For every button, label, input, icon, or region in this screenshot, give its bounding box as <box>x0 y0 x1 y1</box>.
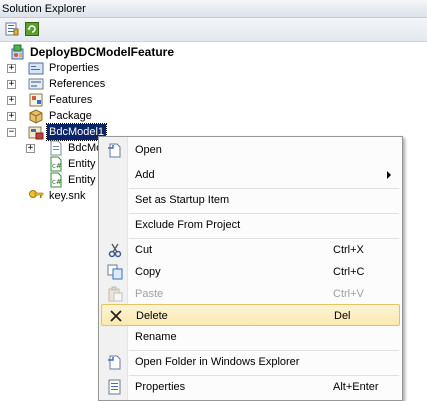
menu-item-cut[interactable]: Cut Ctrl+X <box>101 239 400 261</box>
menu-item-delete[interactable]: Delete Del <box>101 304 400 326</box>
cut-icon <box>108 243 122 258</box>
tree-item-label: Package <box>49 110 92 122</box>
menu-item-label: Delete <box>136 310 168 322</box>
cs-file-icon: c# <box>50 172 62 188</box>
menu-item-shortcut: Ctrl+C <box>333 266 365 278</box>
menu-item-copy[interactable]: Copy Ctrl+C <box>101 261 400 283</box>
menu-item-shortcut: Ctrl+X <box>333 244 364 256</box>
tree-item-label: Entity <box>68 174 96 186</box>
delete-icon <box>110 310 122 322</box>
refresh-icon <box>25 22 39 36</box>
menu-item-label: Open <box>135 144 162 156</box>
project-name: DeployBDCModelFeature <box>30 45 175 59</box>
menu-item-label: Set as Startup Item <box>135 194 230 206</box>
solution-explorer-title: Solution Explorer <box>0 0 427 18</box>
menu-item-open-folder[interactable]: Open Folder in Windows Explorer <box>101 351 400 373</box>
bdc-model-icon <box>28 126 44 140</box>
solution-explorer-toolbar <box>0 18 427 42</box>
package-icon <box>29 109 43 124</box>
menu-item-properties[interactable]: Properties Alt+Enter <box>101 376 400 398</box>
tree-item-label: Entity <box>68 158 96 170</box>
properties-button[interactable] <box>4 21 20 37</box>
menu-item-shortcut: Del <box>334 310 351 322</box>
open-icon <box>108 143 121 158</box>
properties-folder-icon <box>28 62 44 75</box>
bdcmo-expander[interactable]: + <box>26 144 35 153</box>
menu-item-shortcut: Alt+Enter <box>333 381 379 393</box>
tree-item-label: References <box>49 78 106 90</box>
menu-item-label: Open Folder in Windows Explorer <box>135 356 300 368</box>
features-expander[interactable]: + <box>7 96 16 105</box>
references-expander[interactable]: + <box>7 80 16 89</box>
properties-icon <box>108 379 121 395</box>
menu-item-rename[interactable]: Rename <box>101 326 400 348</box>
project-icon <box>11 44 24 60</box>
tree-item-label: key.snk <box>49 190 86 202</box>
key-icon <box>29 190 44 198</box>
copy-icon <box>107 264 123 280</box>
menu-item-label: Cut <box>135 244 153 256</box>
menu-item-add[interactable]: Add <box>101 164 400 186</box>
bdcmodel-expander[interactable]: − <box>7 128 16 137</box>
svg-text:c#: c# <box>52 178 62 186</box>
context-menu: Open Add Set as Startup Item Exclude Fro… <box>98 136 403 401</box>
references-icon <box>28 78 44 90</box>
menu-item-exclude[interactable]: Exclude From Project <box>101 214 400 236</box>
menu-item-shortcut: Ctrl+V <box>333 288 364 300</box>
tree-item-label: Features <box>49 94 93 106</box>
menu-item-label: Add <box>135 169 155 181</box>
features-icon <box>29 93 43 107</box>
package-expander[interactable]: + <box>7 112 16 121</box>
open-folder-icon <box>108 355 121 370</box>
menu-item-label: Rename <box>135 331 177 343</box>
menu-item-open[interactable]: Open <box>101 139 400 161</box>
menu-item-label: Properties <box>135 381 186 393</box>
svg-text:c#: c# <box>52 162 62 170</box>
cs-file-icon: c# <box>50 156 62 172</box>
file-icon <box>50 140 62 156</box>
menu-item-label: Paste <box>135 288 164 300</box>
refresh-button[interactable] <box>24 21 40 37</box>
menu-item-label: Copy <box>135 266 161 278</box>
menu-item-label: Exclude From Project <box>135 219 241 231</box>
menu-item-paste[interactable]: Paste Ctrl+V <box>101 283 400 305</box>
paste-icon <box>108 286 123 302</box>
properties-expander[interactable]: + <box>7 64 16 73</box>
tree-item-label: Properties <box>49 62 100 74</box>
submenu-arrow-icon <box>387 171 391 179</box>
properties-icon <box>5 22 19 36</box>
menu-item-set-startup[interactable]: Set as Startup Item <box>101 189 400 211</box>
